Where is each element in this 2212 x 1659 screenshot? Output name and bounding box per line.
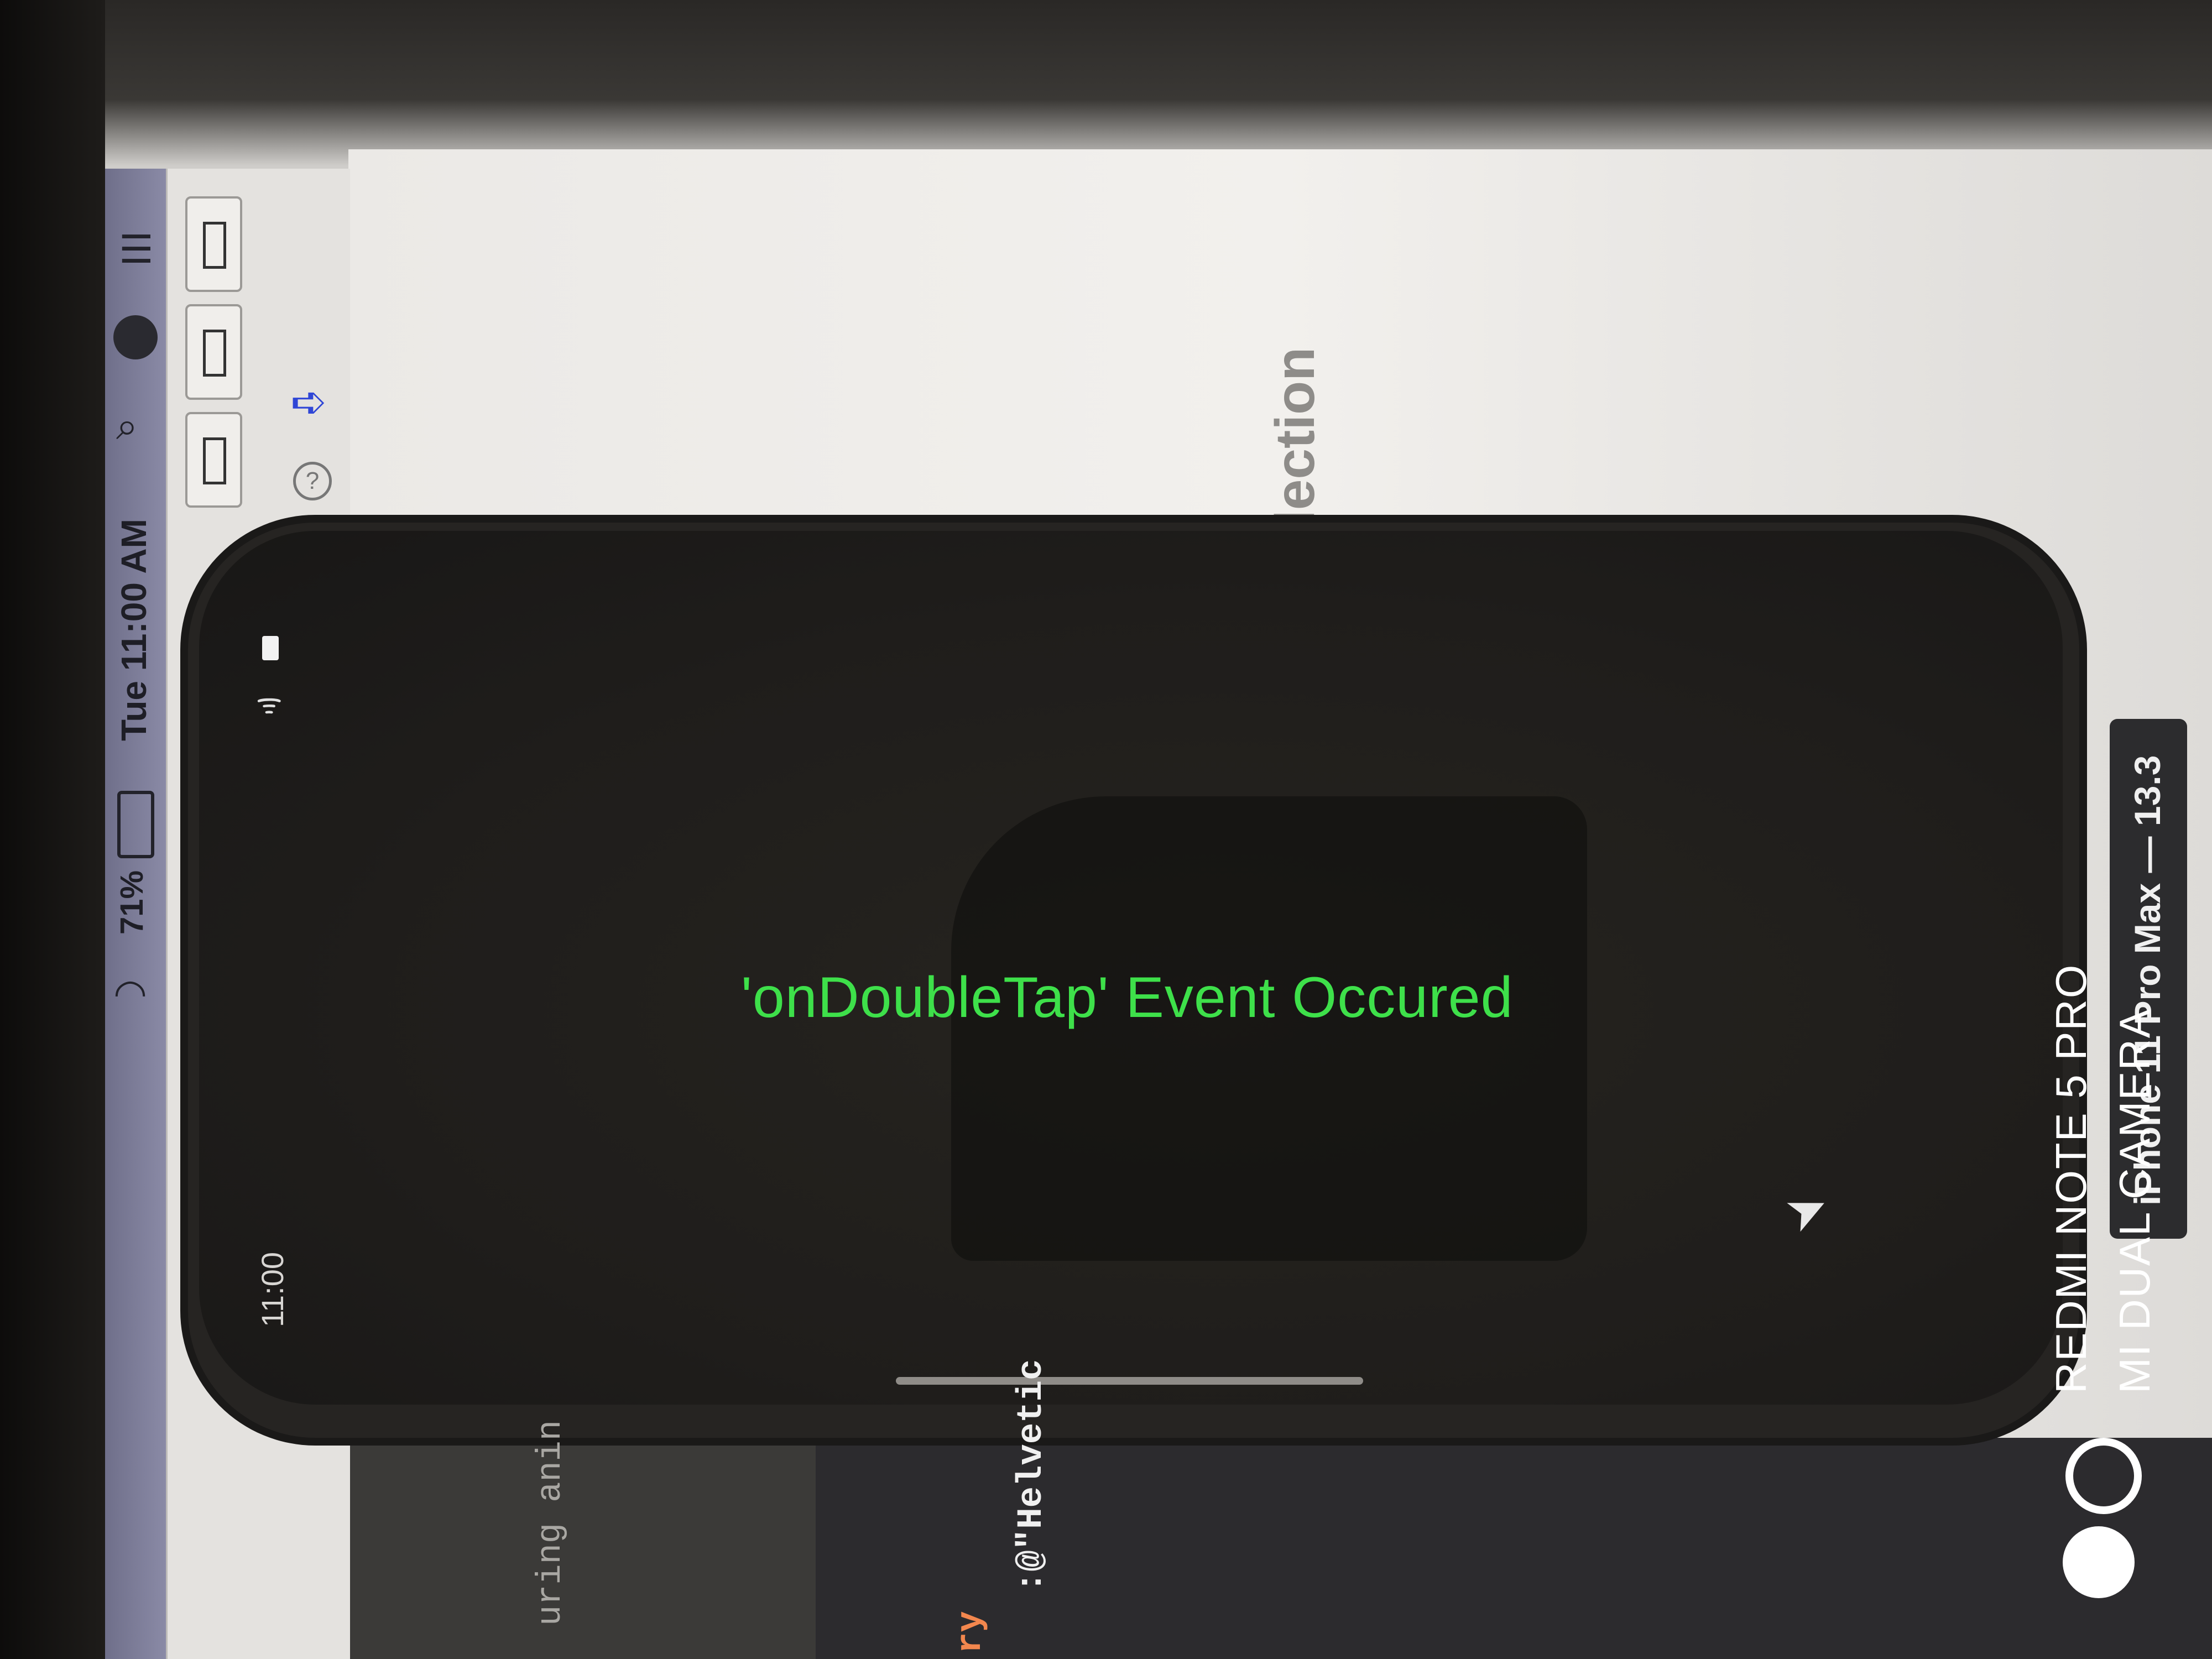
arrow-icon[interactable]: ➪ [290, 376, 327, 427]
phone-wifi-icon: ᯤ [256, 688, 283, 720]
camera-watermark-line1: REDMI NOTE 5 PRO [2047, 963, 2095, 1394]
phone-battery-icon [262, 636, 279, 660]
siri-icon[interactable] [113, 315, 158, 359]
watermark-dot-icon [2063, 1526, 2135, 1598]
battery-percent[interactable]: 71% [113, 870, 150, 935]
code-line: :@"Helvetic [1012, 1359, 1052, 1593]
camera-watermark-line2: MI DUAL CAMERA [2110, 1008, 2159, 1394]
event-message: 'onDoubleTap' Event Occured [741, 966, 1514, 1030]
dark-desk-edge [0, 0, 105, 1659]
home-indicator[interactable] [896, 1377, 1363, 1385]
code-line: ry [951, 1611, 991, 1653]
watermark-ring-icon [2065, 1438, 2142, 1514]
search-icon[interactable]: ⌕ [116, 404, 138, 449]
toggle-inspector-button[interactable] [185, 412, 242, 508]
editor-faint-text: lection [1264, 347, 1326, 525]
list-icon[interactable]: ☰ [119, 227, 154, 272]
code-line: uring anin [531, 1420, 570, 1626]
phone-status-time: 11:00 [255, 1252, 290, 1327]
code-panel-left [348, 1438, 816, 1659]
help-icon[interactable]: ? [293, 462, 332, 500]
menu-bar-clock[interactable]: Tue 11:00 AM [113, 519, 154, 741]
wifi-icon[interactable]: ◠ [113, 971, 147, 1016]
battery-icon[interactable] [117, 791, 154, 858]
toggle-navigator-button[interactable] [185, 196, 242, 292]
toggle-debug-area-button[interactable] [185, 304, 242, 400]
